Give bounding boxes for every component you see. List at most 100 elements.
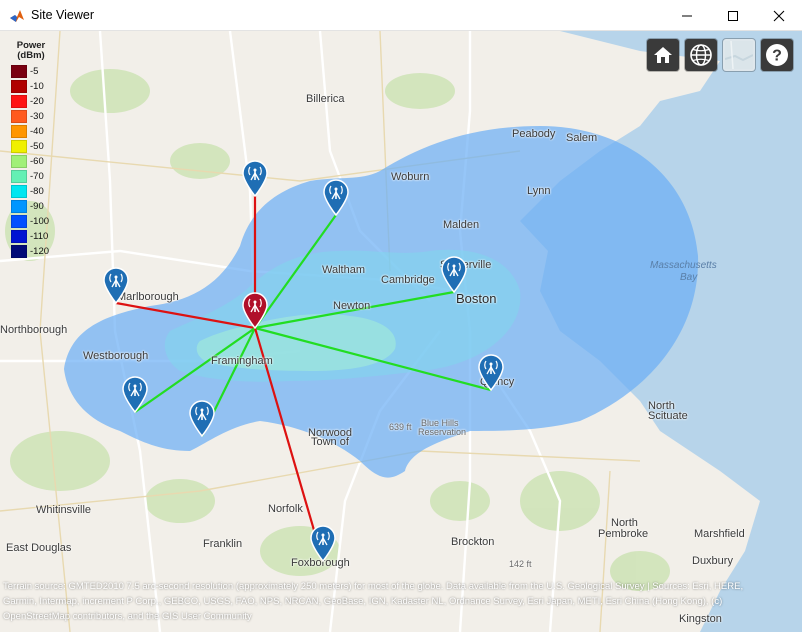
place-label: Scituate — [648, 410, 688, 422]
legend-swatch — [11, 140, 27, 153]
title-bar: Site Viewer — [0, 0, 802, 31]
legend-swatch — [11, 80, 27, 93]
legend-label: -40 — [30, 126, 44, 137]
place-label: East Douglas — [6, 542, 72, 554]
place-label: Malden — [443, 219, 480, 231]
place-label: Cambridge — [381, 274, 435, 286]
place-label: Lynn — [527, 185, 551, 197]
place-label: Whitinsville — [36, 504, 92, 516]
receiver-marker[interactable] — [121, 375, 149, 414]
receiver-marker[interactable] — [440, 255, 468, 294]
place-label: Reservation — [418, 427, 467, 437]
legend-row: -90 — [6, 199, 56, 214]
legend-swatch — [11, 125, 27, 138]
place-label: Peabody — [512, 128, 556, 140]
place-label: Salem — [566, 132, 598, 144]
receiver-marker[interactable] — [102, 266, 130, 305]
legend-row: -20 — [6, 94, 56, 109]
legend-label: -70 — [30, 171, 44, 182]
place-label: Woburn — [391, 171, 430, 183]
legend-label: -120 — [30, 246, 50, 257]
legend-row: -70 — [6, 169, 56, 184]
close-icon — [773, 10, 785, 21]
globe-icon — [690, 44, 712, 66]
legend-swatch — [11, 200, 27, 213]
legend-label: -50 — [30, 141, 44, 152]
close-button[interactable] — [756, 0, 802, 31]
legend-row: -40 — [6, 124, 56, 139]
legend-row: -10 — [6, 79, 56, 94]
legend-label: -80 — [30, 186, 44, 197]
place-label: Newton — [333, 300, 371, 312]
place-label: Boston — [456, 291, 497, 306]
place-label: Franklin — [203, 538, 243, 550]
antenna-icon — [323, 179, 349, 217]
legend-swatch — [11, 245, 27, 258]
legend-swatch — [11, 230, 27, 243]
place-label: Westborough — [83, 350, 149, 362]
attribution-line-1: Terrain source: GMTED2010 7.5 arc-second… — [3, 581, 744, 592]
legend-row: -100 — [6, 214, 56, 229]
legend-label: -5 — [30, 66, 39, 77]
legend-swatch — [11, 95, 27, 108]
legend-swatch — [11, 110, 27, 123]
basemap-icon — [725, 41, 753, 69]
map-attribution: Terrain source: GMTED2010 7.5 arc-second… — [0, 579, 802, 624]
transmitter-marker[interactable] — [241, 291, 269, 330]
legend-swatch — [11, 185, 27, 198]
matlab-icon — [10, 10, 24, 22]
place-label: Billerica — [306, 93, 345, 105]
antenna-icon — [441, 256, 467, 294]
attribution-line-2: Garmin, Intermap, increment P Corp., GEB… — [3, 596, 723, 607]
home-icon — [654, 47, 672, 63]
legend-label: -100 — [30, 216, 50, 227]
help-icon: ? — [766, 44, 788, 66]
legend-label: -90 — [30, 201, 44, 212]
legend-label: -110 — [30, 231, 49, 242]
legend-entries: -5 -10 -20 -30 -40 -50 -60 -70 -80 -90 -100 -110 -12… — [6, 64, 56, 259]
home-button[interactable] — [647, 39, 679, 71]
place-label: Framingham — [211, 355, 273, 367]
legend-label: -10 — [30, 81, 44, 92]
place-label: Waltham — [322, 264, 365, 276]
place-label: 639 ft — [389, 422, 412, 432]
place-label: 142 ft — [509, 559, 532, 569]
legend-label: -20 — [30, 96, 44, 107]
maximize-button[interactable] — [710, 0, 756, 31]
place-label: Town of — [311, 436, 349, 448]
antenna-icon — [103, 267, 129, 305]
place-label: Marshfield — [694, 528, 745, 540]
legend-row: -5 — [6, 64, 56, 79]
legend-swatch — [11, 155, 27, 168]
antenna-icon — [478, 354, 504, 392]
minimize-button[interactable] — [664, 0, 710, 31]
place-label: Norfolk — [268, 503, 303, 515]
legend-label: -30 — [30, 111, 44, 122]
transmitter-icon — [242, 292, 268, 330]
place-label: Massachusetts — [650, 260, 717, 271]
antenna-icon — [122, 376, 148, 414]
receiver-marker[interactable] — [322, 178, 350, 217]
basemap-button[interactable] — [723, 39, 755, 71]
antenna-icon — [242, 160, 268, 198]
receiver-marker[interactable] — [309, 524, 337, 563]
legend-row: -60 — [6, 154, 56, 169]
legend-label: -60 — [30, 156, 44, 167]
legend-swatch — [11, 65, 27, 78]
map-view[interactable]: BillericaPeabodySalemWoburnLynnMaldenSom… — [0, 31, 802, 632]
svg-text:?: ? — [772, 48, 782, 65]
legend-swatch — [11, 215, 27, 228]
attribution-line-3: OpenStreetMap contributors, and the GIS … — [3, 611, 252, 622]
minimize-icon — [682, 15, 692, 16]
help-button[interactable]: ? — [761, 39, 793, 71]
place-label: Bay — [680, 272, 698, 283]
legend-swatch — [11, 170, 27, 183]
receiver-marker[interactable] — [477, 353, 505, 392]
globe-button[interactable] — [685, 39, 717, 71]
legend-row: -120 — [6, 244, 56, 259]
receiver-marker[interactable] — [241, 159, 269, 198]
place-label: Brockton — [451, 536, 495, 548]
basemap — [0, 31, 802, 632]
legend-row: -80 — [6, 184, 56, 199]
receiver-marker[interactable] — [188, 399, 216, 438]
